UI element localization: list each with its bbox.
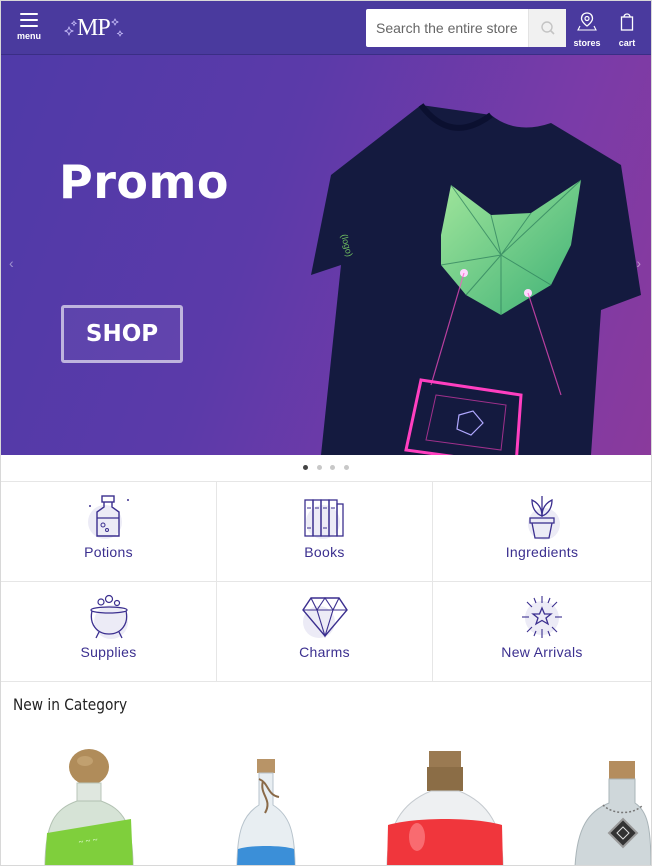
category-books[interactable]: Books: [217, 482, 433, 582]
site-header: menu MP Search the entire store stores c…: [1, 1, 651, 55]
carousel-prev-arrow[interactable]: ‹: [9, 255, 14, 271]
logo-text: MP: [77, 15, 111, 41]
category-label: Potions: [84, 544, 133, 560]
shop-button[interactable]: SHOP: [61, 305, 183, 363]
category-label: Books: [304, 544, 345, 560]
potion-bottle-icon: [87, 495, 129, 539]
carousel-next-arrow[interactable]: ›: [636, 255, 641, 271]
menu-label: menu: [16, 31, 41, 41]
search-button[interactable]: [528, 9, 566, 47]
category-potions[interactable]: Potions: [1, 482, 217, 582]
carousel-dot[interactable]: [303, 465, 309, 470]
promo-title: Promo: [59, 155, 230, 209]
product-image[interactable]: [385, 747, 505, 866]
category-label: Charms: [299, 644, 350, 660]
cauldron-icon: [89, 594, 128, 639]
tshirt-promo-image: (logo): [311, 103, 641, 455]
site-logo[interactable]: MP: [63, 11, 127, 45]
stores-label: stores: [573, 38, 601, 48]
category-label: Ingredients: [505, 544, 579, 560]
carousel-dot[interactable]: [330, 465, 336, 470]
cart-link[interactable]: cart: [610, 11, 644, 48]
carousel-dot[interactable]: [343, 465, 349, 470]
search-icon: [541, 21, 555, 35]
product-carousel: ~ ~ ~: [1, 741, 651, 866]
potted-plant-icon: [528, 496, 560, 540]
category-charms[interactable]: Charms: [217, 582, 433, 682]
category-label: Supplies: [80, 644, 137, 660]
stores-link[interactable]: stores: [570, 11, 604, 48]
menu-button[interactable]: menu: [11, 9, 47, 47]
page-frame: menu MP Search the entire store stores c…: [0, 0, 652, 866]
diamond-icon: [301, 597, 348, 638]
category-supplies[interactable]: Supplies: [1, 582, 217, 682]
promo-carousel: (logo) Promo SHOP ‹ ›: [1, 55, 651, 455]
search-box: [366, 9, 566, 47]
sparkle-burst-icon: [522, 596, 562, 638]
shopping-bag-icon: [620, 13, 634, 31]
product-image[interactable]: [229, 755, 305, 866]
carousel-dots: [1, 455, 651, 481]
store-locator-icon: [577, 12, 597, 31]
books-icon: [303, 499, 344, 539]
product-image[interactable]: ~ ~ ~: [41, 749, 141, 866]
category-ingredients[interactable]: Ingredients: [433, 482, 651, 582]
cart-label: cart: [618, 38, 636, 48]
category-grid: Potions Books Ingredients Supplies Charm…: [1, 481, 651, 682]
section-title: New in Category: [13, 695, 128, 714]
category-new-arrivals[interactable]: New Arrivals: [433, 582, 651, 682]
search-input[interactable]: [366, 9, 528, 47]
category-label: New Arrivals: [501, 644, 583, 660]
hamburger-icon: [20, 13, 38, 27]
product-image[interactable]: [573, 755, 651, 866]
carousel-dot[interactable]: [316, 465, 322, 470]
